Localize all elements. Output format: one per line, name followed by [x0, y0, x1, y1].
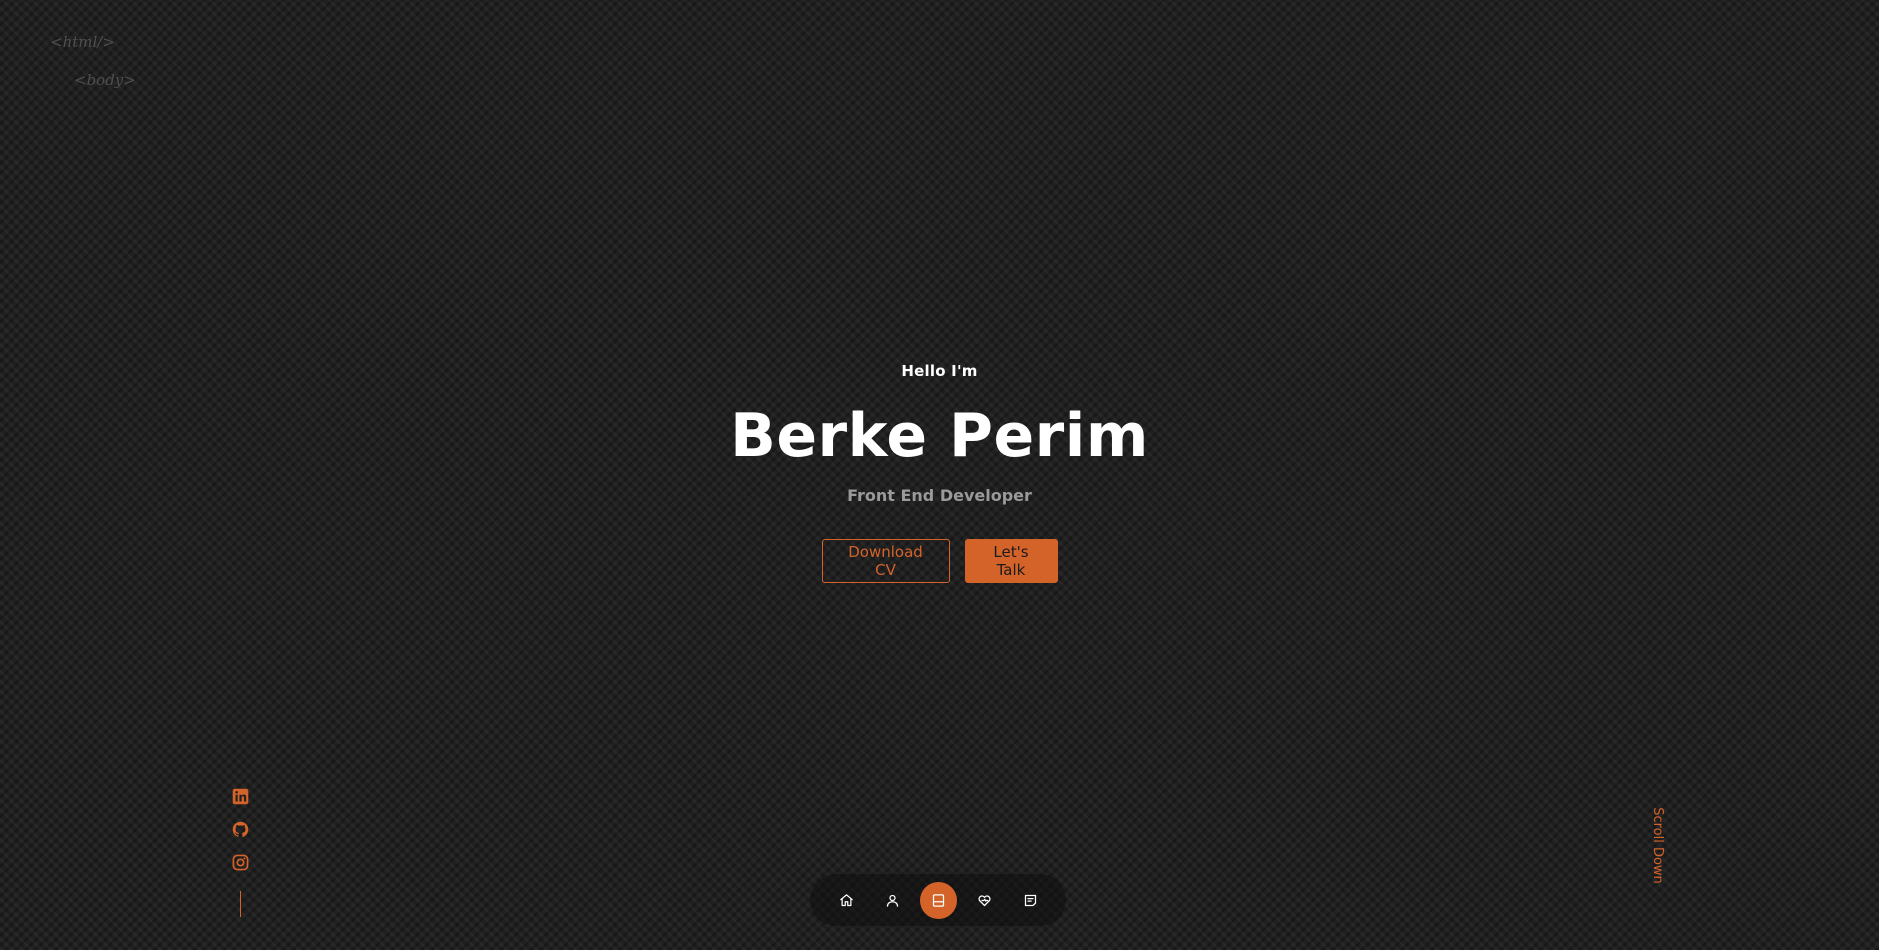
social-links: [232, 788, 249, 917]
github-icon: [232, 821, 249, 837]
body-tag-decoration: <body>: [74, 71, 136, 89]
instagram-link[interactable]: [232, 854, 249, 871]
greeting-text: Hello I'm: [901, 362, 978, 380]
hero-section: Hello I'm Berke Perim Front End Develope…: [0, 362, 1879, 583]
cta-row: Download CV Let's Talk: [0, 539, 1879, 583]
github-link[interactable]: [232, 821, 249, 838]
book-icon: [932, 893, 944, 907]
user-icon: [886, 894, 898, 907]
nav-home[interactable]: [828, 882, 865, 919]
message-icon: [1024, 894, 1036, 906]
html-tag-decoration: <html/>: [50, 33, 115, 51]
linkedin-link[interactable]: [232, 788, 249, 805]
nav-services[interactable]: [966, 882, 1003, 919]
hero-name: Berke Perim: [730, 401, 1149, 471]
nav-about[interactable]: [874, 882, 911, 919]
home-icon: [839, 893, 853, 906]
download-cv-button[interactable]: Download CV: [821, 539, 950, 583]
linkedin-icon: [232, 788, 249, 805]
social-divider-line: [240, 891, 241, 917]
nav-experience[interactable]: [919, 881, 957, 919]
bottom-nav-bar: [810, 874, 1066, 926]
lets-talk-button[interactable]: Let's Talk: [964, 539, 1058, 583]
nav-contact[interactable]: [1012, 882, 1049, 919]
instagram-icon: [232, 854, 249, 871]
services-icon: [977, 894, 991, 906]
scroll-down-link[interactable]: Scroll Down: [1650, 807, 1665, 884]
hero-role: Front End Developer: [847, 486, 1032, 505]
